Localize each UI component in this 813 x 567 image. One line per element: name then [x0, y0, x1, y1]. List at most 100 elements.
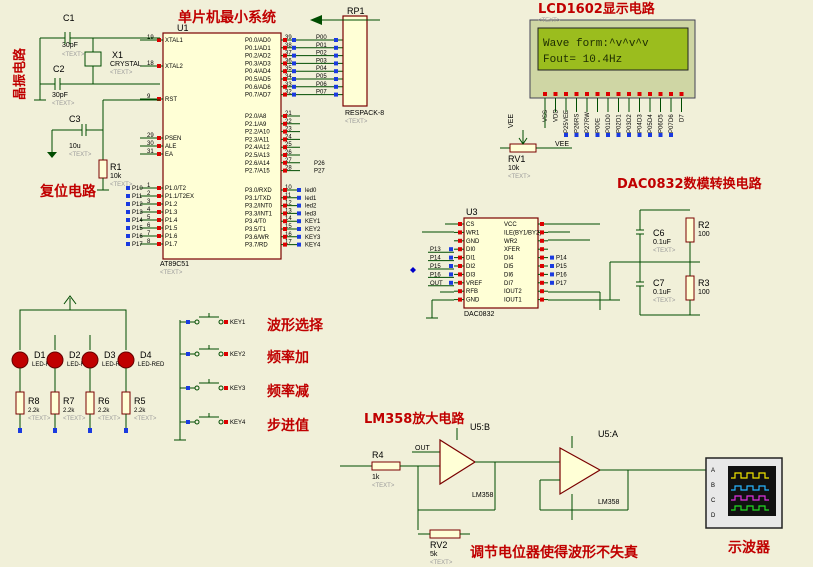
resistor-ref: R8 — [28, 396, 40, 406]
net-label: P15 — [132, 226, 143, 232]
mcu-u1[interactable]: U1 AT89C51 <TEXT> XTAL119XTAL218RST9PSEN… — [126, 23, 343, 276]
mcu-pin-label: P3.0/RXD — [245, 188, 272, 194]
lcd-pin-label: RS — [575, 114, 581, 122]
pin-marker — [283, 38, 287, 42]
dac-pin-label: VREF — [466, 281, 482, 287]
resistor-val: 2.2k — [63, 408, 75, 414]
pin-marker — [458, 272, 462, 277]
scope-channel-label: C — [711, 498, 716, 504]
net-label: P16 — [132, 234, 143, 240]
rp1-text-tag: <TEXT> — [345, 119, 368, 125]
button-array[interactable]: KEY1 波形选择 KEY2 频率加 KEY3 频率减 KEY4 步进值 — [174, 313, 324, 441]
pin-marker — [458, 222, 462, 226]
schematic-canvas[interactable]: 单片机最小系统 晶振电路 复位电路 LCD1602显示电路 DAC0832数模转… — [0, 0, 813, 567]
net-marker — [292, 77, 296, 81]
c1-text-tag: <TEXT> — [62, 52, 85, 58]
ground-arrow-icon — [47, 152, 57, 158]
pin-marker — [283, 84, 287, 89]
pin-marker — [540, 222, 544, 226]
mcu-pin-label: P2.4/A12 — [245, 145, 270, 151]
net-marker — [297, 203, 301, 208]
dac-pin-label: GND — [466, 239, 480, 245]
oscilloscope[interactable]: A B C D — [705, 457, 783, 529]
net-label: P07 — [669, 122, 675, 133]
pin-marker — [157, 194, 161, 198]
pin-marker — [157, 152, 161, 156]
dac-u3[interactable]: U3 DAC0832 CS VCC WR1 ILE(BY1/BY2) GND WR2 DI0… — [422, 207, 620, 319]
net-marker — [126, 226, 130, 230]
net-marker — [550, 272, 554, 277]
net-marker — [292, 45, 296, 50]
net-marker — [88, 428, 92, 433]
x1-val: CRYSTAL — [110, 61, 142, 68]
r4-ref: R4 — [372, 450, 384, 460]
reset-circuit[interactable]: C3 10u <TEXT> R1 10k <TEXT> — [47, 99, 160, 191]
mcu-pin-label: P2.5/A13 — [245, 153, 270, 159]
lcd-pin-label: VDD — [554, 109, 560, 122]
net-label: led1 — [305, 196, 317, 202]
resistor-ref: R7 — [63, 396, 75, 406]
rv1-val: 10k — [508, 165, 520, 172]
dac-pin-label: XFER — [504, 247, 521, 253]
pin-marker — [458, 297, 462, 302]
net-marker — [449, 247, 453, 252]
mcu-pin-label: RST — [165, 97, 177, 103]
pin-marker — [458, 247, 462, 252]
pin-marker — [224, 386, 228, 390]
net-label: P17 — [556, 281, 567, 287]
mcu-pin-label: P2.3/A11 — [245, 137, 270, 143]
respack-rp1[interactable]: RP1 RESPACK-8 <TEXT> P00 P01 P02P03 P04 P05 P… — [310, 6, 384, 125]
scope-channel-label: D — [711, 513, 716, 519]
key-net-label: KEY3 — [230, 386, 246, 392]
key-net-label: KEY1 — [230, 320, 246, 326]
dac-pin-label: WR2 — [504, 239, 518, 245]
lcd-line-1: Wave form:^v^v^v — [543, 38, 649, 50]
pin-marker — [283, 121, 287, 126]
pin-marker — [564, 92, 568, 96]
lcd-1602[interactable]: Wave form:^v^v^v Fout= 10.4Hz <TEXT> VSS… — [529, 18, 696, 137]
net-marker — [292, 92, 296, 97]
mcu-pin-number: 18 — [147, 61, 154, 67]
crystal-circuit[interactable]: C1 30pF <TEXT> C2 30pF <TEXT> X1 CRYSTAL… — [34, 13, 160, 107]
net-marker — [595, 133, 600, 137]
rv1-potentiometer[interactable]: RV1 10k <TEXT> VEE VEE — [500, 114, 572, 180]
net-label: P12 — [132, 202, 143, 208]
key-net-label: KEY2 — [230, 352, 246, 358]
net-marker — [334, 92, 338, 97]
net-marker — [53, 428, 57, 433]
key-net-label: KEY4 — [230, 420, 246, 426]
mcu-pin-label: P1.2 — [165, 202, 178, 208]
net-label: P27 — [585, 122, 591, 133]
mcu-pin-label: P0.5/AD5 — [245, 77, 271, 83]
mcu-pin-label: P1.4 — [165, 218, 178, 224]
pin-marker — [458, 280, 462, 285]
resistor-icon — [85, 391, 95, 415]
rp1-part: RESPACK-8 — [345, 110, 384, 117]
vcc-arrow-icon — [310, 15, 322, 25]
net-marker — [126, 218, 130, 222]
u3-ref: U3 — [466, 207, 478, 217]
resistor-val: 2.2k — [98, 408, 110, 414]
net-marker — [334, 84, 338, 89]
c2-val: 30pF — [52, 92, 68, 99]
net-label: P02 — [617, 122, 623, 133]
c7-ref: C7 — [653, 278, 665, 288]
mcu-pin-label: P3.1/TXD — [245, 196, 272, 202]
net-marker — [292, 38, 296, 42]
lcd-pin-label: D1 — [617, 114, 623, 122]
dac-filter-network[interactable]: C6 0.1uF <TEXT> R2 100 C7 0.1uF <TEXT> R… — [609, 209, 710, 316]
r1-ref: R1 — [110, 162, 122, 172]
mcu-pin-label: ALE — [165, 144, 176, 150]
led-array[interactable]: D1LED-REDR82.2k<TEXT>D2LED-REDR72.2k<TEX… — [11, 295, 165, 433]
led-red-icon — [46, 351, 64, 369]
net-label: KEY1 — [305, 219, 321, 225]
lcd-text-tag: <TEXT> — [538, 18, 561, 24]
pin-marker — [283, 219, 287, 224]
net-marker — [297, 242, 301, 247]
net-marker — [186, 386, 190, 390]
x1-text-tag: <TEXT> — [110, 70, 133, 76]
c3-ref: C3 — [69, 114, 81, 124]
net-label: P14 — [132, 218, 143, 224]
dac-pin-label: DI6 — [504, 272, 514, 278]
pin-marker — [648, 92, 652, 96]
